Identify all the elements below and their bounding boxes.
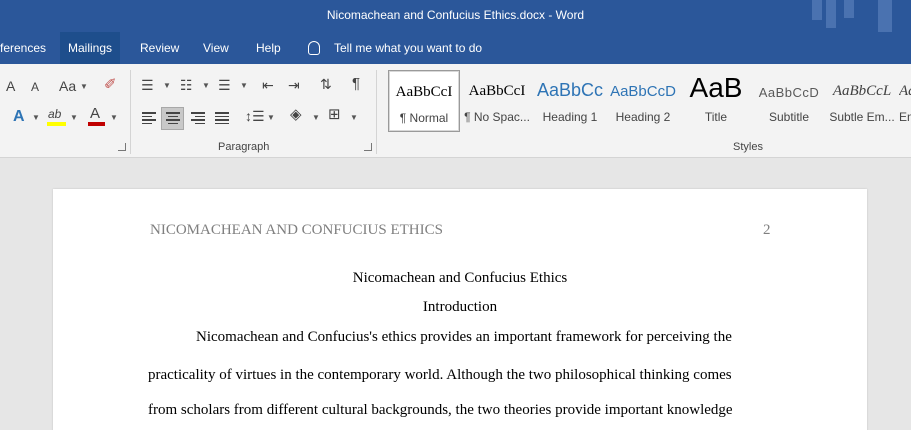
- multilevel-list-icon[interactable]: ☰: [218, 76, 231, 94]
- style-name: Subtitle: [768, 110, 810, 124]
- style-emphasis[interactable]: Aa Em: [899, 70, 911, 132]
- align-center-icon: [166, 112, 180, 124]
- show-formatting-icon[interactable]: ¶: [352, 75, 360, 93]
- tell-me-text: Tell me what you want to do: [334, 41, 483, 55]
- highlight-color-swatch: [47, 122, 66, 126]
- paragraph-dialog-launcher[interactable]: [364, 143, 372, 151]
- shading-icon[interactable]: ◈: [290, 106, 302, 124]
- text-effects-button[interactable]: A: [13, 108, 25, 126]
- tab-mailings[interactable]: Mailings: [60, 32, 121, 64]
- font-color-button[interactable]: A: [90, 105, 100, 123]
- clear-formatting-icon[interactable]: ✐: [104, 76, 117, 94]
- style-preview: AaBbCcL: [832, 83, 892, 99]
- grow-font-button[interactable]: A: [6, 77, 15, 95]
- font-dialog-launcher[interactable]: [118, 143, 126, 151]
- sort-icon[interactable]: ⇅: [320, 75, 332, 93]
- style-heading-1[interactable]: AaBbCc Heading 1: [534, 70, 606, 132]
- chevron-down-icon[interactable]: ▼: [202, 77, 210, 95]
- running-header: NICOMACHEAN AND CONFUCIUS ETHICS: [150, 222, 443, 238]
- chevron-down-icon[interactable]: ▼: [70, 109, 78, 127]
- tab-review[interactable]: Review: [132, 32, 187, 64]
- ribbon-tabs: ferences Mailings Review View Help Tell …: [0, 32, 911, 64]
- chevron-down-icon[interactable]: ▼: [312, 109, 320, 127]
- style-name: Heading 2: [615, 110, 671, 124]
- tab-references[interactable]: ferences: [0, 32, 54, 64]
- tab-help[interactable]: Help: [248, 32, 289, 64]
- chevron-down-icon[interactable]: ▼: [163, 77, 171, 95]
- align-left-icon[interactable]: [142, 112, 156, 124]
- style-name: ¶ No Spac...: [464, 110, 530, 124]
- chevron-down-icon[interactable]: ▼: [240, 77, 248, 95]
- borders-icon[interactable]: ⊞: [328, 106, 341, 124]
- style-subtle-emphasis[interactable]: AaBbCcL Subtle Em...: [826, 70, 898, 132]
- styles-gallery: AaBbCcI ¶ Normal AaBbCcI ¶ No Spac... Aa…: [385, 70, 911, 132]
- style-preview: AaBbCcD: [758, 85, 820, 100]
- title-bar-pattern: [878, 0, 892, 32]
- paragraph-group-label: Paragraph: [218, 141, 270, 153]
- document-page[interactable]: NICOMACHEAN AND CONFUCIUS ETHICS 2 Nicom…: [53, 189, 867, 430]
- paragraph-line: practicality of virtues in the contempor…: [148, 367, 732, 383]
- paragraph-line: from scholars from different cultural ba…: [148, 402, 733, 418]
- increase-indent-icon[interactable]: ⇥: [288, 76, 300, 94]
- group-separator: [130, 70, 131, 154]
- line-spacing-icon[interactable]: ↕☰: [245, 107, 265, 125]
- style-name: Em: [899, 110, 911, 124]
- align-right-icon[interactable]: [191, 112, 205, 124]
- style-subtitle[interactable]: AaBbCcD Subtitle: [753, 70, 825, 132]
- style-no-spacing[interactable]: AaBbCcI ¶ No Spac...: [461, 70, 533, 132]
- page-number: 2: [763, 222, 771, 238]
- group-separator: [376, 70, 377, 154]
- title-bar-pattern: [812, 0, 822, 20]
- chevron-down-icon[interactable]: ▼: [267, 109, 275, 127]
- style-name: Subtle Em...: [829, 110, 895, 124]
- title-bar: Nicomachean and Confucius Ethics.docx - …: [0, 0, 911, 32]
- highlight-color-button[interactable]: ab: [48, 105, 61, 123]
- bullets-icon[interactable]: ☰: [141, 76, 154, 94]
- chevron-down-icon[interactable]: ▼: [110, 109, 118, 127]
- title-bar-pattern: [844, 0, 854, 18]
- lightbulb-icon: [308, 40, 320, 55]
- style-name: Heading 1: [542, 110, 598, 124]
- document-title: Nicomachean and Confucius Ethics: [352, 270, 568, 286]
- ribbon: A A Aa ▼ ✐ A ▼ ab ▼ A ▼ ☰ ▼ ☷ ▼ ☰ ▼ ⇤ ⇥ …: [0, 64, 911, 158]
- style-preview: AaBbCcD: [610, 83, 676, 100]
- justify-icon[interactable]: [215, 112, 229, 124]
- style-name: ¶ Normal: [399, 111, 449, 125]
- title-bar-pattern: [826, 0, 836, 28]
- style-heading-2[interactable]: AaBbCcD Heading 2: [607, 70, 679, 132]
- window-title: Nicomachean and Confucius Ethics.docx - …: [326, 8, 585, 22]
- change-case-button[interactable]: Aa: [59, 77, 76, 95]
- style-preview: AaBbCcI: [395, 84, 453, 100]
- chevron-down-icon[interactable]: ▼: [32, 109, 40, 127]
- style-preview: Aa: [899, 83, 911, 99]
- numbering-icon[interactable]: ☷: [180, 76, 193, 94]
- style-preview: AaBbCcI: [468, 83, 526, 99]
- shrink-font-button[interactable]: A: [31, 78, 39, 96]
- tell-me-search[interactable]: Tell me what you want to do: [308, 32, 482, 64]
- chevron-down-icon[interactable]: ▼: [80, 78, 88, 96]
- style-name: Title: [704, 110, 728, 124]
- decrease-indent-icon[interactable]: ⇤: [262, 76, 274, 94]
- styles-group-label: Styles: [733, 141, 763, 153]
- tab-view[interactable]: View: [195, 32, 237, 64]
- style-title[interactable]: AaB Title: [680, 70, 752, 132]
- section-heading: Introduction: [422, 299, 498, 315]
- style-preview: AaB: [689, 72, 743, 103]
- paragraph-line: Nicomachean and Confucius's ethics provi…: [196, 329, 732, 345]
- font-color-swatch: [88, 122, 105, 126]
- chevron-down-icon[interactable]: ▼: [350, 109, 358, 127]
- style-normal[interactable]: AaBbCcI ¶ Normal: [388, 70, 460, 132]
- style-preview: AaBbCc: [536, 80, 604, 100]
